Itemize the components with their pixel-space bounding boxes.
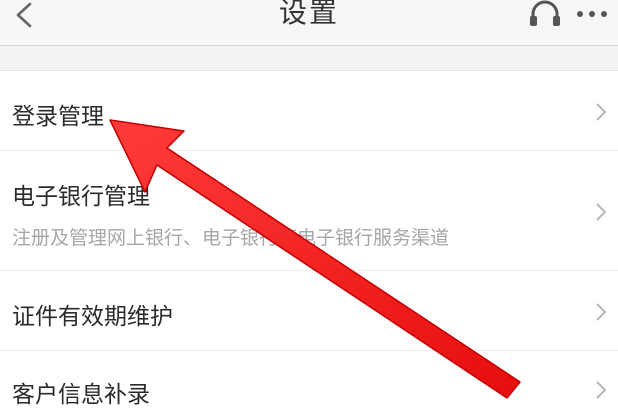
chevron-right-icon <box>596 303 607 321</box>
chevron-right-icon <box>596 103 607 121</box>
menu-item-login-management[interactable]: 登录管理 <box>0 71 618 151</box>
chevron-right-icon <box>596 381 607 399</box>
menu-item-id-validity[interactable]: 证件有效期维护 <box>0 271 618 351</box>
menu-item-label: 电子银行管理 <box>12 184 150 210</box>
top-bar: 设置 <box>0 0 618 46</box>
settings-list: 登录管理 电子银行管理 注册及管理网上银行、电子银行等电子银行服务渠道 证件有效… <box>0 70 618 411</box>
menu-item-subtitle: 注册及管理网上银行、电子银行等电子银行服务渠道 <box>12 227 450 249</box>
menu-item-label: 登录管理 <box>12 104 104 130</box>
page-title: 设置 <box>278 0 339 29</box>
chevron-right-icon <box>596 203 607 221</box>
more-horizontal-icon[interactable] <box>572 4 612 24</box>
menu-item-label: 客户信息补录 <box>12 382 150 408</box>
menu-item-ebank-management[interactable]: 电子银行管理 注册及管理网上银行、电子银行等电子银行服务渠道 <box>0 151 618 271</box>
headset-icon[interactable] <box>528 0 562 30</box>
menu-item-customer-info[interactable]: 客户信息补录 <box>0 351 618 411</box>
menu-item-label: 证件有效期维护 <box>12 304 173 330</box>
